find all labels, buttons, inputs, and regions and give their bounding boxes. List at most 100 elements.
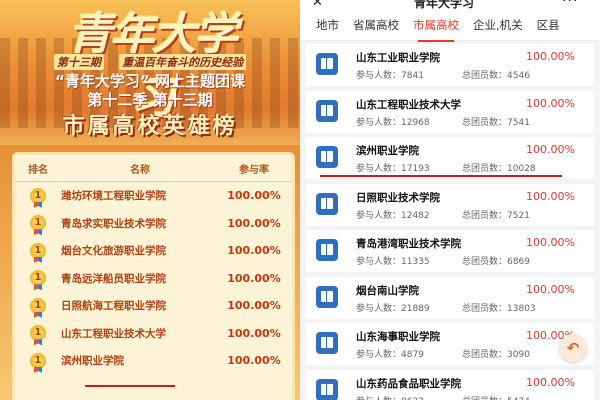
list-item[interactable]: 山东海事职业学院 100.00% 参与人数：4879 总团员数：3090 bbox=[306, 323, 594, 365]
list-item[interactable]: 山东工程职业技术大学 100.00% 参与人数：12968 总团员数：7541 bbox=[306, 90, 594, 133]
participants-label: 参与人数： bbox=[356, 303, 402, 314]
members-label: 总团员数： bbox=[462, 303, 508, 314]
list-item[interactable]: 山东工业职业学院 100.00% 参与人数：7841 总团员数：4546 bbox=[306, 44, 594, 86]
participants-label: 参与人数： bbox=[356, 257, 402, 267]
participants-count: 11335 bbox=[401, 257, 430, 267]
leaderboard-header: 排名 名称 参与率 bbox=[15, 155, 292, 182]
poster-hero-banner: 青年大学习 第十三期 重温百年奋斗的历史经验 “青年大学习” 网上主题团课 第十… bbox=[0, 0, 300, 145]
tab-districts[interactable]: 区县 bbox=[530, 17, 567, 33]
gold-medal-icon: 1 bbox=[15, 352, 61, 369]
return-arrow-icon[interactable]: ↶ bbox=[559, 334, 587, 362]
mobile-app-screen: ✕ 青年大学习 ··· 地市 省属高校 市属高校 企业,机关 区县 山东工业职业… bbox=[300, 0, 600, 400]
tab-municipal-universities[interactable]: 市属高校 bbox=[406, 17, 466, 42]
participation-rate: 100.00% bbox=[526, 96, 575, 110]
participation-rate: 100.00% bbox=[227, 189, 281, 203]
school-name: 烟台文化旅游职业学院 bbox=[61, 245, 166, 258]
participation-rate: 100.00% bbox=[227, 326, 281, 340]
back-arrow-icon[interactable]: ✕ bbox=[312, 0, 323, 10]
members-label: 总团员数： bbox=[462, 210, 508, 221]
book-icon bbox=[316, 192, 338, 215]
list-item[interactable]: 山东药品食品职业学院 100.00% 参与人数：8622 总团员数：5474 bbox=[306, 369, 594, 400]
book-icon bbox=[316, 53, 338, 75]
school-name: 烟台南山学院 bbox=[356, 284, 419, 297]
highlight-underline bbox=[320, 175, 562, 177]
season-line: 第十三期 重温百年奋斗的历史经验 bbox=[0, 54, 300, 70]
gold-medal-icon: 1 bbox=[15, 242, 61, 259]
participation-rate: 100.00% bbox=[526, 282, 575, 296]
members-label: 总团员数： bbox=[462, 164, 508, 174]
highlight-underline bbox=[85, 385, 175, 387]
book-icon bbox=[316, 285, 338, 308]
school-list: 山东工业职业学院 100.00% 参与人数：7841 总团员数：4546 山东工… bbox=[300, 44, 600, 400]
participation-rate: 100.00% bbox=[526, 375, 575, 389]
participants-count: 12482 bbox=[401, 210, 430, 221]
app-header: ✕ 青年大学习 ··· bbox=[300, 0, 600, 10]
members-label: 总团员数： bbox=[462, 257, 508, 267]
poster-title: “青年大学习” 网上主题团课 bbox=[55, 72, 245, 90]
members-count: 4546 bbox=[507, 71, 530, 81]
members-count: 10028 bbox=[507, 164, 536, 174]
members-count: 5474 bbox=[507, 397, 530, 400]
gold-medal-icon: 1 bbox=[15, 270, 61, 287]
school-stats: 参与人数：8622 总团员数：5474 bbox=[356, 394, 530, 400]
leaderboard-row: 1 青岛远洋船员职业学院 100.00% bbox=[15, 265, 292, 293]
school-name: 山东药品食品职业学院 bbox=[356, 377, 461, 390]
header-name: 名称 bbox=[130, 164, 150, 176]
participation-rate: 100.00% bbox=[526, 236, 575, 249]
school-name: 山东工程职业技术大学 bbox=[356, 98, 461, 111]
participation-rate: 100.00% bbox=[227, 299, 281, 313]
list-item[interactable]: 烟台南山学院 100.00% 参与人数：21889 总团员数：13803 bbox=[306, 276, 594, 319]
participation-rate: 100.00% bbox=[526, 143, 575, 156]
participants-count: 21889 bbox=[401, 303, 430, 314]
school-name: 滨州职业学院 bbox=[61, 355, 124, 368]
participants-label: 参与人数： bbox=[356, 164, 402, 174]
header-rank: 排名 bbox=[28, 164, 48, 176]
members-label: 总团员数： bbox=[462, 397, 507, 400]
school-stats: 参与人数：4879 总团员数：3090 bbox=[356, 347, 530, 360]
school-name: 滨州职业学院 bbox=[356, 145, 419, 157]
school-stats: 参与人数：17193 总团员数：10028 bbox=[356, 161, 536, 174]
tab-city[interactable]: 地市 bbox=[300, 17, 346, 33]
more-dots-icon[interactable]: ··· bbox=[562, 0, 578, 9]
participants-label: 参与人数： bbox=[356, 350, 402, 360]
participants-count: 8622 bbox=[401, 397, 424, 400]
members-count: 7541 bbox=[507, 117, 530, 128]
list-item[interactable]: 滨州职业学院 100.00% 参与人数：17193 总团员数：10028 bbox=[306, 137, 594, 179]
members-count: 7521 bbox=[507, 210, 530, 221]
gold-medal-icon: 1 bbox=[15, 215, 61, 232]
tab-provincial-universities[interactable]: 省属高校 bbox=[346, 17, 406, 33]
gold-medal-icon: 1 bbox=[15, 297, 61, 314]
participants-count: 12968 bbox=[401, 117, 430, 128]
leaderboard-banner: 市属高校英雄榜 bbox=[62, 113, 238, 139]
participation-rate: 100.00% bbox=[227, 244, 281, 258]
list-item[interactable]: 日照职业技术学院 100.00% 参与人数：12482 总团员数：7521 bbox=[306, 183, 594, 226]
school-name: 山东工程职业技术大学 bbox=[61, 327, 166, 340]
participants-label: 参与人数： bbox=[356, 397, 401, 400]
members-count: 13803 bbox=[507, 303, 536, 314]
book-icon bbox=[316, 378, 338, 400]
members-label: 总团员数： bbox=[462, 71, 508, 81]
list-item[interactable]: 青岛港湾职业技术学院 100.00% 参与人数：11335 总团员数：6869 bbox=[306, 230, 594, 272]
school-name: 日照职业技术学院 bbox=[356, 191, 440, 204]
school-name: 日照航海工程职业学院 bbox=[61, 300, 166, 313]
leaderboard-row: 1 青岛求实职业技术学院 100.00% bbox=[15, 210, 292, 238]
participation-rate: 100.00% bbox=[227, 216, 281, 230]
gold-medal-icon: 1 bbox=[15, 187, 61, 204]
gold-medal-icon: 1 bbox=[15, 325, 61, 342]
school-name: 青岛远洋船员职业学院 bbox=[61, 272, 166, 285]
participants-label: 参与人数： bbox=[356, 117, 402, 128]
members-count: 3090 bbox=[507, 350, 530, 360]
school-name: 山东工业职业学院 bbox=[356, 52, 440, 64]
members-label: 总团员数： bbox=[462, 350, 508, 360]
leaderboard-table: 排名 名称 参与率 1 潍坊环境工程职业学院 100.00% 1 青岛求实职业技… bbox=[12, 152, 295, 400]
school-name: 潍坊环境工程职业学院 bbox=[61, 190, 166, 203]
book-icon bbox=[316, 239, 338, 261]
book-icon bbox=[316, 99, 338, 122]
participants-count: 17193 bbox=[401, 164, 430, 174]
leaderboard-row: 1 日照航海工程职业学院 100.00% bbox=[15, 292, 292, 320]
tab-enterprises-agencies[interactable]: 企业,机关 bbox=[466, 17, 530, 33]
book-icon bbox=[316, 146, 338, 168]
header-rate: 参与率 bbox=[239, 164, 269, 176]
school-name: 青岛求实职业技术学院 bbox=[61, 217, 166, 230]
book-icon bbox=[316, 332, 338, 354]
